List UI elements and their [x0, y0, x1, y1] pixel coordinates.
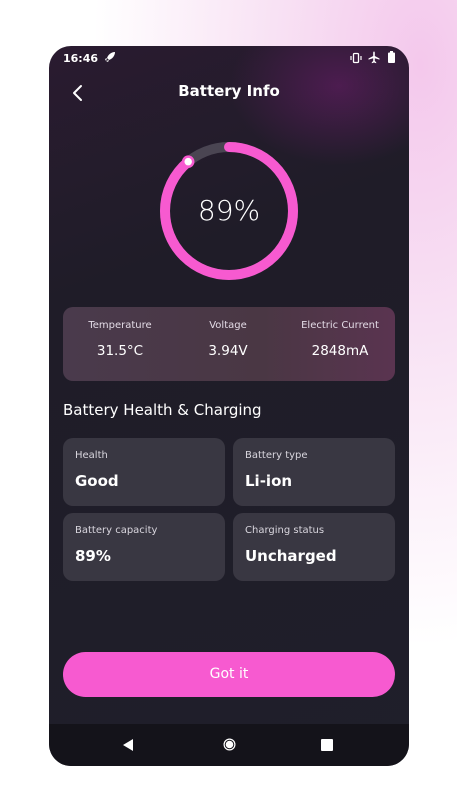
tile-value: Good	[75, 472, 119, 490]
tile-value: Li-ion	[245, 472, 293, 490]
nav-recents-icon[interactable]	[321, 739, 333, 751]
battery-percentage: 89%	[197, 194, 261, 227]
phone-screen: 16:46 Battery Info 89% Temperature 31.5°…	[49, 46, 409, 766]
rocket-icon	[105, 52, 115, 62]
page-title: Battery Info	[178, 82, 280, 100]
section-heading: Battery Health & Charging	[63, 401, 262, 419]
got-it-button[interactable]: Got it	[63, 652, 395, 697]
vibrate-icon	[350, 52, 362, 64]
stat-electric-current: Electric Current 2848mA	[297, 320, 383, 359]
stat-temperature: Temperature 31.5°C	[85, 320, 155, 359]
nav-back-icon[interactable]	[121, 738, 135, 752]
stat-voltage: Voltage 3.94V	[203, 320, 253, 359]
status-time: 16:46	[63, 52, 99, 65]
tile-label: Charging status	[245, 525, 325, 536]
gauge-knob	[181, 155, 195, 168]
stat-value: 2848mA	[311, 343, 369, 359]
stat-label: Temperature	[88, 320, 152, 331]
tile-value: 89%	[75, 547, 111, 565]
battery-icon	[388, 51, 395, 63]
stat-value: 3.94V	[208, 343, 248, 359]
tile-battery-capacity: Battery capacity 89%	[63, 513, 225, 581]
stat-label: Voltage	[209, 320, 247, 331]
tile-label: Battery capacity	[75, 525, 158, 536]
tile-health: Health Good	[63, 438, 225, 506]
status-bar: 16:46	[49, 46, 409, 72]
tile-label: Health	[75, 450, 108, 461]
tile-value: Uncharged	[245, 547, 337, 565]
airplane-icon	[368, 51, 380, 64]
tile-battery-type: Battery type Li-ion	[233, 438, 395, 506]
stat-label: Electric Current	[301, 320, 379, 331]
nav-home-icon[interactable]	[222, 737, 237, 752]
tile-label: Battery type	[245, 450, 308, 461]
navigation-bar	[49, 724, 409, 766]
tile-charging-status: Charging status Uncharged	[233, 513, 395, 581]
stat-value: 31.5°C	[96, 343, 144, 359]
battery-stats-card: Temperature 31.5°C Voltage 3.94V Electri…	[63, 307, 395, 381]
